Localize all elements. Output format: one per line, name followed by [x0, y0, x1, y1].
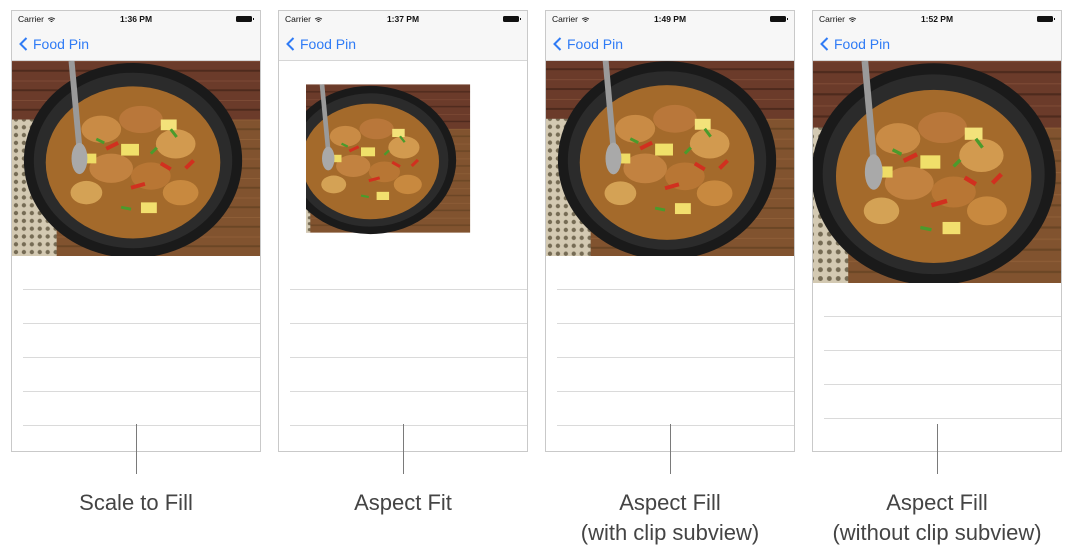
back-button-label: Food Pin	[834, 36, 891, 52]
caption-line2: (with clip subview)	[580, 520, 760, 545]
caption-leader-line	[670, 424, 671, 474]
caption-line2: (without clip subview)	[832, 520, 1042, 545]
table-view	[290, 256, 527, 426]
table-row[interactable]	[290, 392, 527, 426]
restaurant-image	[813, 61, 1061, 283]
table-view	[557, 256, 794, 426]
back-button-label: Food Pin	[300, 36, 357, 52]
battery-icon	[1037, 16, 1055, 22]
battery-icon	[770, 16, 788, 22]
status-bar: Carrier 1:52 PM	[813, 11, 1061, 29]
caption-leader-line	[937, 424, 938, 474]
status-time: 1:37 PM	[386, 14, 420, 24]
table-row[interactable]	[23, 358, 260, 392]
status-bar: Carrier 1:49 PM	[546, 11, 794, 29]
table-row[interactable]	[557, 290, 794, 324]
table-row[interactable]	[824, 283, 1061, 317]
table-row[interactable]	[290, 256, 527, 290]
table-row[interactable]	[290, 290, 527, 324]
chevron-left-icon	[553, 37, 562, 51]
table-row[interactable]	[290, 324, 527, 358]
iphone-screen-aspect-fill-clipped: Carrier 1:49 PM Food Pin	[545, 10, 795, 452]
restaurant-image	[12, 61, 260, 256]
table-row[interactable]	[23, 290, 260, 324]
iphone-screen-aspect-fill-unclipped: Carrier 1:52 PM Food Pin	[812, 10, 1062, 452]
table-row[interactable]	[824, 351, 1061, 385]
navigation-bar: Food Pin	[279, 29, 527, 61]
caption-line1: Aspect Fit	[354, 490, 452, 515]
table-row[interactable]	[557, 392, 794, 426]
caption-aspect-fill-unclipped: Aspect Fill (without clip subview)	[803, 488, 1071, 548]
caption-leader-line	[403, 424, 404, 474]
restaurant-image	[546, 61, 794, 256]
table-row[interactable]	[824, 317, 1061, 351]
caption-leader-line	[136, 424, 137, 474]
table-row[interactable]	[557, 324, 794, 358]
back-button-label: Food Pin	[33, 36, 90, 52]
restaurant-image	[306, 61, 501, 256]
table-row[interactable]	[557, 256, 794, 290]
caption-scale-to-fill: Scale to Fill	[2, 488, 270, 518]
caption-line1: Aspect Fill	[886, 490, 988, 515]
battery-icon	[236, 16, 254, 22]
table-row[interactable]	[290, 358, 527, 392]
navigation-bar: Food Pin	[813, 29, 1061, 61]
status-time: 1:49 PM	[653, 14, 687, 24]
chevron-left-icon	[820, 37, 829, 51]
caption-line1: Aspect Fill	[619, 490, 721, 515]
back-button[interactable]: Food Pin	[820, 36, 890, 52]
battery-icon	[503, 16, 521, 22]
caption-aspect-fill-clipped: Aspect Fill (with clip subview)	[536, 488, 804, 548]
back-button-label: Food Pin	[567, 36, 624, 52]
table-row[interactable]	[23, 392, 260, 426]
caption-line1: Scale to Fill	[79, 490, 193, 515]
table-view	[23, 256, 260, 426]
chevron-left-icon	[286, 37, 295, 51]
chevron-left-icon	[19, 37, 28, 51]
iphone-screen-aspect-fit: Carrier 1:37 PM Food Pin	[278, 10, 528, 452]
iphone-screen-scale-to-fill: Carrier 1:36 PM Food Pin	[11, 10, 261, 452]
navigation-bar: Food Pin	[546, 29, 794, 61]
table-view	[824, 283, 1061, 419]
status-time: 1:52 PM	[920, 14, 954, 24]
back-button[interactable]: Food Pin	[553, 36, 623, 52]
navigation-bar: Food Pin	[12, 29, 260, 61]
table-row[interactable]	[23, 324, 260, 358]
table-row[interactable]	[23, 256, 260, 290]
table-row[interactable]	[824, 385, 1061, 419]
back-button[interactable]: Food Pin	[19, 36, 89, 52]
back-button[interactable]: Food Pin	[286, 36, 356, 52]
table-row[interactable]	[557, 358, 794, 392]
status-bar: Carrier 1:37 PM	[279, 11, 527, 29]
status-bar: Carrier 1:36 PM	[12, 11, 260, 29]
caption-aspect-fit: Aspect Fit	[269, 488, 537, 518]
status-time: 1:36 PM	[119, 14, 153, 24]
